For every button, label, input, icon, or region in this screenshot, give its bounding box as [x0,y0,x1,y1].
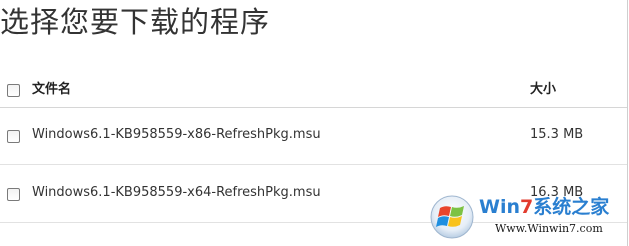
row-divider [0,164,627,165]
file-name: Windows6.1-KB958559-x86-RefreshPkg.msu [32,127,321,142]
row-checkbox[interactable] [7,188,20,201]
select-all-checkbox[interactable] [7,84,20,97]
page-title: 选择您要下载的程序 [0,5,271,39]
watermark-brand: Win7系统之家 [479,196,610,218]
file-size: 15.3 MB [530,127,584,142]
file-name: Windows6.1-KB958559-x64-RefreshPkg.msu [32,185,321,200]
site-watermark: Win7系统之家 Www.Winwin7.com [425,184,629,246]
watermark-url: Www.Winwin7.com [495,222,603,235]
header-divider [0,107,627,108]
row-checkbox[interactable] [7,130,20,143]
windows-flag-icon [430,195,474,239]
column-header-file-name[interactable]: 文件名 [32,82,71,98]
column-header-size[interactable]: 大小 [530,82,556,98]
